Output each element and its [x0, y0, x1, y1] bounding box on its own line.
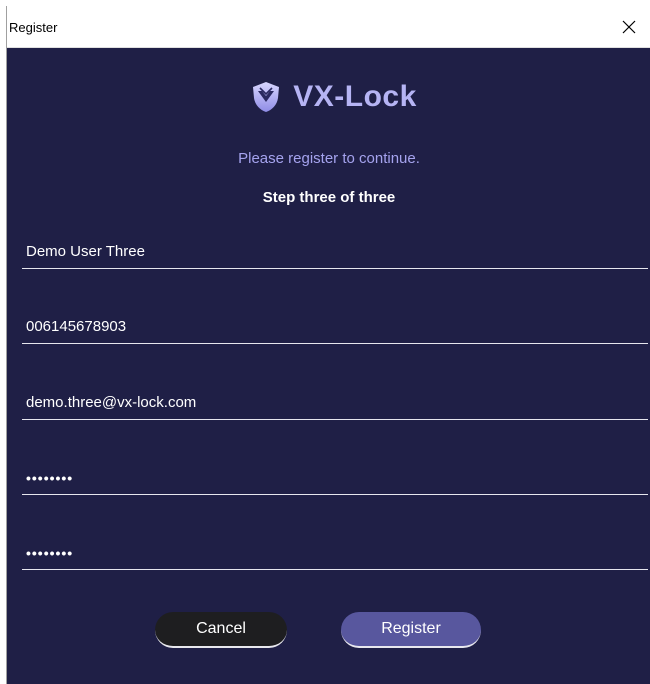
register-window: Register VX-Lock Please register to cont…: [6, 6, 650, 684]
window-title: Register: [9, 20, 58, 35]
phone-field[interactable]: 006145678903: [22, 310, 648, 344]
logo-text: VX-Lock: [293, 80, 417, 113]
cancel-button[interactable]: Cancel: [155, 612, 287, 648]
shield-icon: [253, 82, 280, 112]
password-field[interactable]: ••••••••: [22, 461, 648, 495]
close-button[interactable]: [607, 6, 650, 48]
name-field[interactable]: Demo User Three: [22, 235, 648, 269]
email-field[interactable]: demo.three@vx-lock.com: [22, 386, 648, 420]
close-icon: [622, 20, 636, 34]
register-button[interactable]: Register: [341, 612, 481, 648]
step-indicator: Step three of three: [262, 189, 396, 206]
subtitle: Please register to continue.: [238, 150, 420, 167]
logo: VX-Lock: [7, 80, 650, 114]
title-bar: Register: [7, 6, 650, 48]
confirm-password-field[interactable]: ••••••••: [22, 536, 648, 570]
